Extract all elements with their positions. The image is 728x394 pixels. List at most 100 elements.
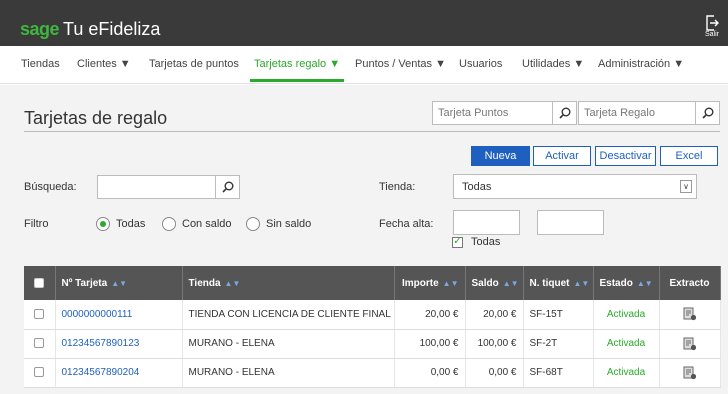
store-cell: MURANO - ELENA — [182, 358, 395, 388]
table-row: 01234567890123 MURANO - ELENA 100,00 € 1… — [24, 329, 721, 359]
radio-icon — [246, 217, 260, 231]
statement-icon[interactable] — [683, 337, 697, 351]
chevron-down-icon: ∨ — [680, 180, 692, 193]
balance-cell: 0,00 € — [465, 358, 524, 388]
amount-cell: 0,00 € — [394, 358, 466, 388]
filter-option-todas[interactable]: Todas — [96, 217, 145, 231]
column-header-status[interactable]: Estado ▲▼ — [593, 266, 660, 300]
app-name: Tu eFideliza — [63, 19, 161, 39]
gift-card-search-input[interactable] — [579, 102, 695, 124]
status-badge: Activada — [606, 308, 646, 320]
store-cell: TIENDA CON LICENCIA DE CLIENTE FINAL — [182, 300, 395, 330]
balance-cell: 20,00 € — [465, 300, 524, 330]
nav-tarjetas-regalo[interactable]: Tarjetas regalo ▼ — [249, 58, 345, 82]
row-select-cell — [24, 358, 56, 388]
statement-icon[interactable] — [683, 366, 697, 380]
points-card-search-input[interactable] — [433, 102, 552, 124]
excel-button[interactable]: Excel — [660, 146, 718, 166]
checkmark-icon: ✓ — [452, 236, 463, 248]
deactivate-button[interactable]: Desactivar — [595, 146, 656, 166]
filter-option-label: Todas — [116, 218, 146, 230]
search-icon — [701, 107, 713, 119]
card-number-link[interactable]: 01234567890204 — [62, 367, 140, 378]
all-dates-label: Todas — [471, 236, 501, 248]
table-row: 0000000000111 TIENDA CON LICENCIA DE CLI… — [24, 300, 721, 330]
search-icon — [221, 181, 233, 193]
nav-puntos-ventas[interactable]: Puntos / Ventas ▼ — [355, 58, 446, 70]
row-checkbox[interactable] — [34, 338, 45, 349]
filter-option-label: Con saldo — [182, 218, 232, 230]
column-header-ticket[interactable]: N. tiquet ▲▼ — [523, 266, 594, 300]
logout-icon — [706, 15, 719, 31]
sort-icon: ▲▼ — [111, 278, 128, 288]
store-cell: MURANO - ELENA — [182, 329, 395, 359]
table-row: 01234567890204 MURANO - ELENA 0,00 € 0,0… — [24, 358, 721, 388]
logout-label: Salir — [704, 31, 719, 38]
nav-usuarios[interactable]: Usuarios — [459, 58, 502, 70]
column-header-amount[interactable]: Importe ▲▼ — [394, 266, 466, 300]
search-field — [97, 175, 240, 199]
column-header-card[interactable]: Nº Tarjeta ▲▼ — [55, 266, 183, 300]
brand-logo[interactable]: sage Tu eFideliza — [20, 19, 160, 39]
card-number-link[interactable]: 0000000000111 — [62, 309, 133, 320]
status-badge: Activada — [606, 338, 646, 349]
filter-option-sin-saldo[interactable]: Sin saldo — [246, 217, 311, 231]
date-to-field[interactable] — [537, 210, 604, 235]
activate-button[interactable]: Activar — [533, 146, 591, 166]
sort-icon: ▲▼ — [224, 278, 241, 288]
column-header-store[interactable]: Tienda ▲▼ — [182, 266, 395, 300]
nav-clientes[interactable]: Clientes ▼ — [77, 58, 131, 70]
ticket-cell: SF-68T — [523, 358, 594, 388]
filter-option-con-saldo[interactable]: Con saldo — [162, 217, 232, 231]
all-dates-checkbox[interactable]: ✓ Todas — [452, 236, 500, 248]
gift-card-search — [578, 101, 720, 125]
search-button[interactable] — [215, 176, 239, 198]
date-from-field[interactable] — [453, 210, 520, 235]
statement-icon[interactable] — [683, 307, 697, 321]
row-checkbox[interactable] — [34, 367, 45, 378]
logout-button[interactable]: Salir — [700, 15, 724, 39]
search-label: Búsqueda: — [24, 181, 77, 193]
nav-utilidades[interactable]: Utilidades ▼ — [522, 58, 584, 70]
statement-cell — [659, 300, 721, 330]
select-all-checkbox[interactable] — [34, 277, 45, 288]
card-number-link[interactable]: 01234567890123 — [62, 338, 140, 349]
new-button[interactable]: Nueva — [471, 146, 530, 166]
filter-label: Filtro — [24, 218, 49, 230]
nav-tarjetas-puntos[interactable]: Tarjetas de puntos — [149, 58, 239, 70]
table-header-row: Nº Tarjeta ▲▼ Tienda ▲▼ Importe ▲▼ Saldo ▲▼ … — [24, 266, 721, 300]
sort-icon: ▲▼ — [636, 278, 653, 288]
nav-tiendas[interactable]: Tiendas — [21, 58, 60, 70]
page-title: Tarjetas de regalo — [24, 108, 168, 128]
amount-cell: 20,00 € — [394, 300, 466, 330]
date-label: Fecha alta: — [379, 218, 434, 230]
select-all-cell — [24, 266, 56, 300]
search-icon — [558, 107, 570, 119]
top-bar: sage Tu eFideliza Salir — [0, 0, 728, 46]
amount-cell: 100,00 € — [394, 329, 466, 359]
balance-cell: 100,00 € — [465, 329, 524, 359]
main-nav: Tiendas Clientes ▼ Tarjetas de puntos Ta… — [0, 46, 728, 84]
sort-icon: ▲▼ — [573, 278, 590, 288]
store-select[interactable]: Todas ∨ — [453, 174, 697, 199]
gift-card-search-button[interactable] — [695, 102, 719, 124]
radio-icon — [162, 217, 176, 231]
store-label: Tienda: — [379, 181, 416, 193]
column-header-statement: Extracto — [659, 266, 721, 300]
filter-option-label: Sin saldo — [266, 218, 312, 230]
sort-icon: ▲▼ — [502, 278, 519, 288]
title-divider — [24, 131, 720, 132]
statement-cell — [659, 329, 721, 359]
statement-cell — [659, 358, 721, 388]
nav-administracion[interactable]: Administración ▼ — [598, 58, 684, 70]
column-header-balance[interactable]: Saldo ▲▼ — [465, 266, 524, 300]
points-card-search — [432, 101, 577, 125]
ticket-cell: SF-15T — [523, 300, 594, 330]
row-checkbox[interactable] — [34, 309, 45, 320]
store-select-value: Todas — [462, 181, 492, 193]
points-card-search-button[interactable] — [552, 102, 576, 124]
row-select-cell — [24, 300, 56, 330]
radio-selected-icon — [96, 217, 110, 231]
sage-logo-text: sage — [20, 19, 60, 39]
status-badge: Activada — [606, 367, 646, 378]
